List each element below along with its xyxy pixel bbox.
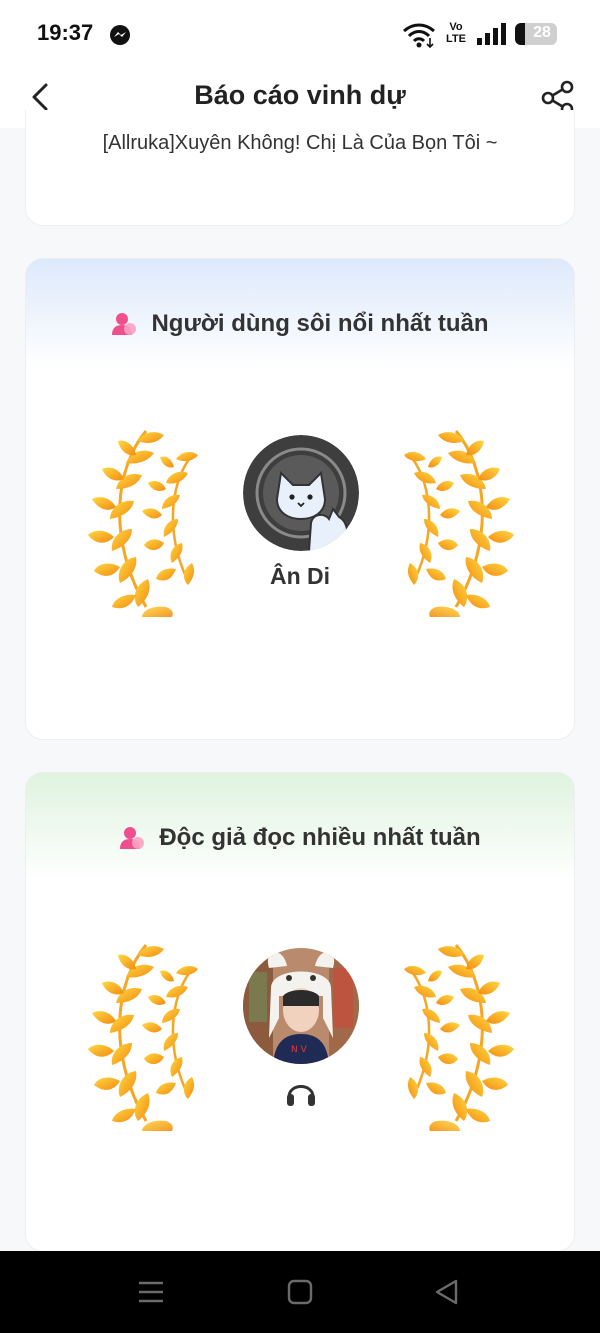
laurel-right-icon — [402, 941, 526, 1131]
status-bar: 19:37 Vo LTE 28 — [0, 0, 600, 68]
back-triangle-icon[interactable] — [434, 1279, 460, 1305]
avatar[interactable] — [243, 435, 359, 551]
card-title: Người dùng sôi nổi nhất tuần — [151, 310, 489, 337]
avatar[interactable]: N V — [243, 948, 359, 1064]
book-title[interactable]: [Allruka]Xuyên Không! Chị Là Của Bọn Tôi… — [26, 132, 574, 155]
signal-icon — [477, 23, 506, 45]
status-time: 19:37 — [37, 20, 94, 45]
headphone-icon — [287, 1085, 315, 1106]
card-title: Độc giả đọc nhiều nhất tuần — [159, 824, 481, 851]
person-icon — [119, 825, 145, 851]
card-header: Độc giả đọc nhiều nhất tuần — [26, 821, 574, 855]
system-nav-bar — [0, 1251, 600, 1333]
wifi-icon — [403, 23, 435, 48]
book-title-card: [Allruka]Xuyên Không! Chị Là Của Bọn Tôi… — [25, 110, 575, 226]
menu-icon[interactable] — [138, 1279, 164, 1305]
active-user-card: Người dùng sôi nổi nhất tuần Ân Di — [25, 258, 575, 740]
person-icon — [111, 311, 137, 337]
home-icon[interactable] — [287, 1279, 313, 1305]
page-title: Báo cáo vinh dự — [194, 80, 406, 110]
messenger-icon — [110, 25, 130, 45]
user-name: Ân Di — [269, 563, 331, 589]
top-reader-card: Độc giả đọc nhiều nhất tuần N V — [25, 772, 575, 1252]
volte-badge: Vo LTE — [446, 21, 466, 45]
card-header: Người dùng sôi nổi nhất tuần — [26, 307, 574, 341]
laurel-left-icon — [76, 941, 200, 1131]
svg-text:N V: N V — [291, 1045, 308, 1055]
battery-icon: 28 — [515, 23, 557, 45]
battery-level: 28 — [533, 24, 551, 41]
